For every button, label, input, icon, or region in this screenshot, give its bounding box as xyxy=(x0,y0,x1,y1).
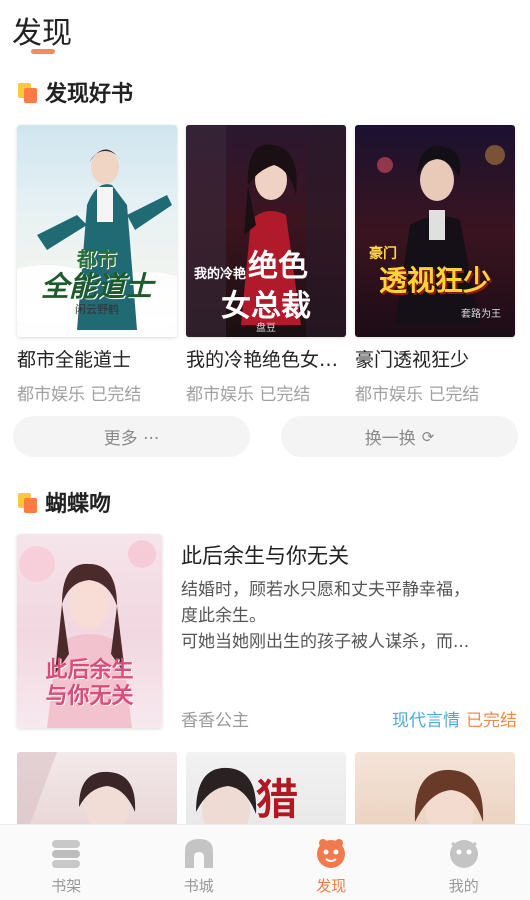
book-name[interactable]: 我的冷艳绝色女总裁 xyxy=(186,345,346,372)
book-cover[interactable] xyxy=(355,752,515,832)
book-meta: 都市娱乐 已完结 xyxy=(186,385,311,405)
cover-author: 闲云野鹤 xyxy=(75,303,119,316)
tab-label: 书城 xyxy=(183,877,214,895)
featured-cover[interactable]: 此后余生 与你无关 xyxy=(17,534,162,728)
shuffle-button[interactable]: 换一换 ⟳ xyxy=(281,416,518,457)
section-title: 蝴蝶吻 xyxy=(45,492,112,517)
cover-art xyxy=(17,752,136,832)
tab-label: 书架 xyxy=(51,877,82,895)
featured-description: 结婚时，顾若水只愿和丈夫平静幸福， 度此余生。 可她当她刚出生的孩子被人谋杀，而… xyxy=(181,577,517,655)
profile-icon xyxy=(449,840,478,868)
tab-profile[interactable]: 我的 xyxy=(398,825,530,900)
bookshelf-icon xyxy=(52,840,81,868)
featured-book[interactable]: 此后余生 与你无关 此后余生与你无关 结婚时，顾若水只愿和丈夫平静幸福， 度此余… xyxy=(17,534,517,731)
genre-tag: 现代言情 xyxy=(392,711,460,731)
book-cover[interactable]: 猎 xyxy=(186,752,346,832)
shuffle-label: 换一换 xyxy=(364,429,416,449)
more-label: 更多 ··· xyxy=(103,429,160,449)
book-meta: 都市娱乐 已完结 xyxy=(355,385,480,405)
section-flag-icon xyxy=(17,81,39,103)
featured-tags: 现代言情 已完结 xyxy=(392,706,517,731)
discover-icon xyxy=(317,839,346,868)
featured-author: 香香公主 xyxy=(181,711,249,731)
tab-label: 发现 xyxy=(316,877,347,895)
book-cover[interactable]: 都市 全能道士 闲云野鹤 xyxy=(17,125,177,337)
tab-bookstore[interactable]: 书城 xyxy=(133,825,266,900)
partial-book-row: 猎 xyxy=(17,752,515,832)
title-underline xyxy=(31,49,55,54)
action-row: 更多 ··· 换一换 ⟳ xyxy=(13,416,518,457)
book-meta: 都市娱乐 已完结 xyxy=(17,385,142,405)
tab-label: 我的 xyxy=(448,877,479,895)
section-header-discover: 发现好书 xyxy=(17,74,133,110)
book-card[interactable]: 豪门 透视狂少 套路为王 豪门透视狂少 都市娱乐 已完结 xyxy=(355,125,515,405)
cover-author: 盘豆 xyxy=(256,323,276,334)
tab-bookshelf[interactable]: 书架 xyxy=(0,825,133,900)
bottom-tab-bar: 书架 书城 发现 我的 xyxy=(0,824,530,900)
featured-title[interactable]: 此后余生与你无关 xyxy=(181,540,349,570)
tab-discover[interactable]: 发现 xyxy=(265,825,398,900)
page-header: 发现 xyxy=(0,0,530,62)
description-line: 结婚时，顾若水只愿和丈夫平静幸福， xyxy=(181,580,470,600)
book-cover[interactable]: 我的冷艳 绝色 女总裁 盘豆 xyxy=(186,125,346,337)
more-button[interactable]: 更多 ··· xyxy=(13,416,250,457)
book-cover[interactable] xyxy=(17,752,177,832)
description-line: 可她当她刚出生的孩子被人谋杀，而... xyxy=(181,632,470,652)
book-name[interactable]: 豪门透视狂少 xyxy=(355,345,515,372)
status-tag: 已完结 xyxy=(466,711,517,731)
section-flag-icon xyxy=(17,491,39,513)
cover-art xyxy=(414,769,484,832)
book-grid: 都市 全能道士 闲云野鹤 都市全能道士 都市娱乐 已完结 我的冷艳 绝色 女总裁… xyxy=(17,125,515,405)
section-header-butterfly: 蝴蝶吻 xyxy=(17,484,111,520)
book-name[interactable]: 都市全能道士 xyxy=(17,345,177,372)
section-title: 发现好书 xyxy=(45,82,134,107)
bookstore-icon xyxy=(184,839,213,868)
cover-title: 猎 xyxy=(256,775,299,824)
book-cover[interactable]: 豪门 透视狂少 套路为王 xyxy=(355,125,515,337)
cover-author: 套路为王 xyxy=(461,309,501,320)
refresh-icon: ⟳ xyxy=(421,427,435,446)
cover-title: 与你无关 xyxy=(45,683,134,709)
cover-title: 透视狂少 xyxy=(378,264,491,297)
cover-title: 全能道士 xyxy=(40,270,153,303)
cover-title: 绝色 xyxy=(248,249,308,284)
description-line: 度此余生。 xyxy=(181,606,266,626)
book-card[interactable]: 都市 全能道士 闲云野鹤 都市全能道士 都市娱乐 已完结 xyxy=(17,125,177,405)
book-card[interactable]: 我的冷艳 绝色 女总裁 盘豆 我的冷艳绝色女总裁 都市娱乐 已完结 xyxy=(186,125,346,405)
cover-title: 我的冷艳 xyxy=(194,267,247,282)
page-title: 发现 xyxy=(12,16,72,51)
